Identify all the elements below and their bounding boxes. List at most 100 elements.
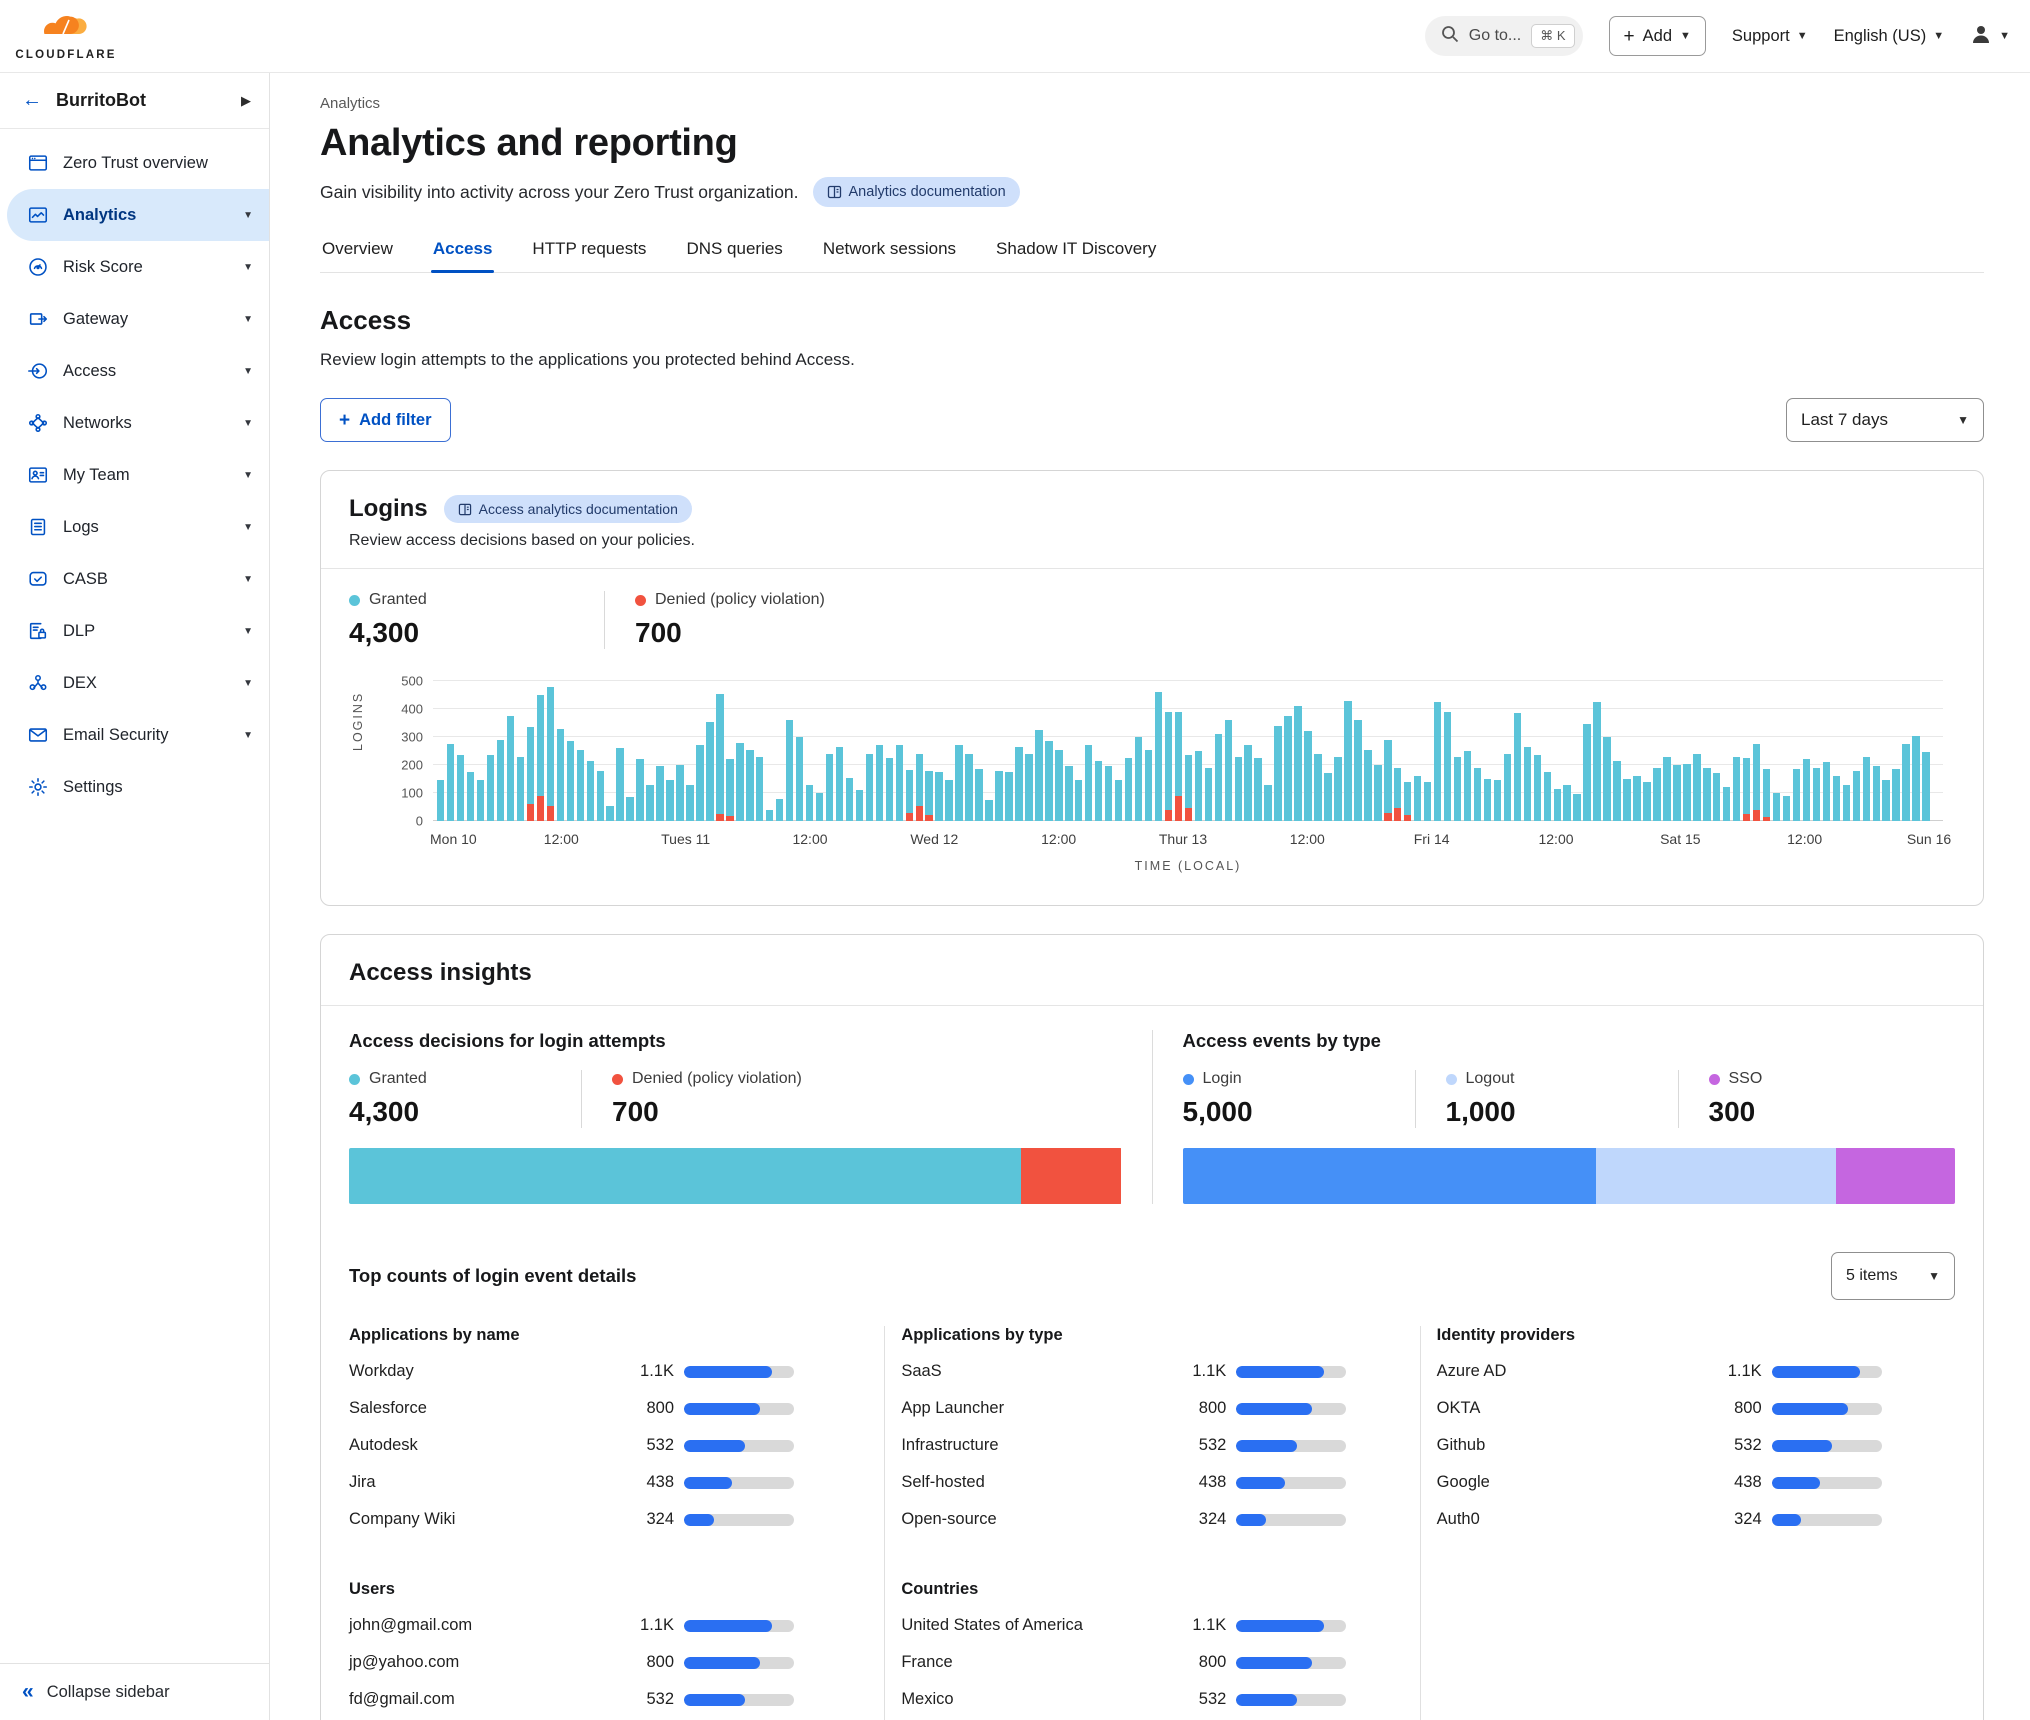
- sidebar-item-email-security[interactable]: Email Security▼: [0, 709, 269, 761]
- tab-network-sessions[interactable]: Network sessions: [821, 233, 958, 272]
- access-icon: [27, 360, 49, 382]
- row-bar-fill: [1236, 1620, 1324, 1632]
- row-label: john@gmail.com: [349, 1616, 616, 1635]
- chevron-down-icon: ▼: [1680, 30, 1691, 42]
- bar: [716, 694, 723, 821]
- plus-icon: +: [339, 411, 350, 430]
- bar: [1394, 768, 1401, 821]
- top-header: CLOUDFLARE Go to... ⌘ K + Add ▼ Support …: [0, 0, 2030, 73]
- bar: [1314, 754, 1321, 821]
- add-button[interactable]: + Add ▼: [1609, 16, 1706, 56]
- tab-dns-queries[interactable]: DNS queries: [684, 233, 784, 272]
- bar: [1155, 692, 1162, 821]
- bar: [1235, 757, 1242, 821]
- analytics-documentation-badge[interactable]: Analytics documentation: [813, 177, 1020, 207]
- sidebar-item-networks[interactable]: Networks▼: [0, 397, 269, 449]
- add-filter-button[interactable]: + Add filter: [320, 398, 451, 442]
- row-bar-track: [684, 1657, 794, 1669]
- access-section-description: Review login attempts to the application…: [320, 350, 1984, 370]
- tab-shadow-it-discovery[interactable]: Shadow IT Discovery: [994, 233, 1158, 272]
- sidebar-item-risk-score[interactable]: Risk Score▼: [0, 241, 269, 293]
- y-tick-label: 100: [401, 786, 423, 801]
- legend-dot: [635, 595, 646, 606]
- bar: [487, 755, 494, 821]
- row-bar-track: [1772, 1366, 1882, 1378]
- bar: [1294, 706, 1301, 821]
- sidebar-item-settings[interactable]: Settings: [0, 761, 269, 813]
- items-count-select[interactable]: 5 items ▼: [1831, 1252, 1955, 1300]
- stat-label: Login: [1203, 1070, 1242, 1088]
- sidebar-item-label: CASB: [63, 570, 243, 589]
- bar: [1573, 794, 1580, 821]
- bar: [776, 799, 783, 821]
- global-search[interactable]: Go to... ⌘ K: [1425, 16, 1583, 56]
- sidebar-item-logs[interactable]: Logs▼: [0, 501, 269, 553]
- sidebar-item-zero-trust-overview[interactable]: Zero Trust overview: [0, 137, 269, 189]
- sidebar-item-access[interactable]: Access▼: [0, 345, 269, 397]
- tables-column: Identity providersAzure AD1.1KOKTA800Git…: [1420, 1326, 1955, 1720]
- bar: [965, 754, 972, 821]
- tab-http-requests[interactable]: HTTP requests: [530, 233, 648, 272]
- bar: [1922, 752, 1929, 821]
- dlp-icon: [27, 620, 49, 642]
- items-count-value: 5 items: [1846, 1267, 1898, 1285]
- x-tick-label: 12:00: [792, 831, 827, 847]
- row-bar-track: [684, 1477, 794, 1489]
- cloudflare-logo[interactable]: CLOUDFLARE: [14, 11, 118, 61]
- vertical-divider: [604, 591, 605, 649]
- vertical-divider: [581, 1070, 582, 1128]
- row-value: 800: [616, 1653, 674, 1672]
- cloudflare-cloud-icon: [40, 11, 92, 48]
- bar: [1563, 785, 1570, 821]
- chevron-down-icon: ▼: [243, 366, 253, 377]
- gateway-icon: [27, 308, 49, 330]
- sidebar-item-label: Settings: [63, 778, 253, 797]
- chevron-down-icon: ▼: [243, 210, 253, 221]
- row-value: 532: [1704, 1436, 1762, 1455]
- bar: [1404, 782, 1411, 821]
- sidebar-item-dlp[interactable]: DLP▼: [0, 605, 269, 657]
- sidebar-item-analytics[interactable]: Analytics▼: [7, 189, 269, 241]
- bar: [1474, 768, 1481, 821]
- tab-access[interactable]: Access: [431, 233, 495, 272]
- row-bar-track: [1236, 1366, 1346, 1378]
- bar: [945, 780, 952, 821]
- row-bar-fill: [684, 1477, 732, 1489]
- bar: [1414, 776, 1421, 821]
- row-bar-fill: [1236, 1440, 1297, 1452]
- row-value: 324: [616, 1510, 674, 1529]
- sidebar-nav: Zero Trust overviewAnalytics▼Risk Score▼…: [0, 129, 269, 813]
- bar: [1892, 769, 1899, 821]
- sidebar-item-gateway[interactable]: Gateway▼: [0, 293, 269, 345]
- chevron-down-icon: ▼: [243, 522, 253, 533]
- collapse-sidebar-button[interactable]: « Collapse sidebar: [0, 1663, 269, 1720]
- tab-overview[interactable]: Overview: [320, 233, 395, 272]
- time-range-select[interactable]: Last 7 days ▼: [1786, 398, 1984, 442]
- account-name: BurritoBot: [56, 90, 241, 111]
- legend-dot: [1446, 1074, 1457, 1085]
- account-switcher[interactable]: ← BurritoBot ▶: [0, 73, 269, 129]
- row-value: 438: [1168, 1473, 1226, 1492]
- row-value: 1.1K: [1168, 1616, 1226, 1635]
- row-value: 800: [1168, 1653, 1226, 1672]
- bar: [1873, 766, 1880, 821]
- user-menu[interactable]: ▼: [1970, 23, 2010, 50]
- bar: [1284, 716, 1291, 821]
- row-bar-fill: [684, 1366, 772, 1378]
- sidebar-item-my-team[interactable]: My Team▼: [0, 449, 269, 501]
- x-axis-ticks: Mon 1012:00Tues 1112:00Wed 1212:00Thur 1…: [437, 831, 1929, 851]
- access-events-title: Access events by type: [1183, 1030, 1956, 1052]
- sidebar-item-dex[interactable]: DEX▼: [0, 657, 269, 709]
- bar: [975, 769, 982, 821]
- support-menu[interactable]: Support ▼: [1732, 27, 1808, 46]
- row-bar-track: [1772, 1477, 1882, 1489]
- chevron-down-icon: ▼: [1999, 30, 2010, 42]
- x-tick-label: 12:00: [1538, 831, 1573, 847]
- access-analytics-documentation-badge[interactable]: Access analytics documentation: [444, 495, 692, 523]
- sidebar-item-casb[interactable]: CASB▼: [0, 553, 269, 605]
- page-subtitle: Gain visibility into activity across you…: [320, 182, 799, 203]
- language-menu[interactable]: English (US) ▼: [1834, 27, 1945, 46]
- bar: [1324, 773, 1331, 821]
- y-tick-label: 400: [401, 702, 423, 717]
- table-users: Usersjohn@gmail.com1.1Kjp@yahoo.com800fd…: [349, 1580, 794, 1720]
